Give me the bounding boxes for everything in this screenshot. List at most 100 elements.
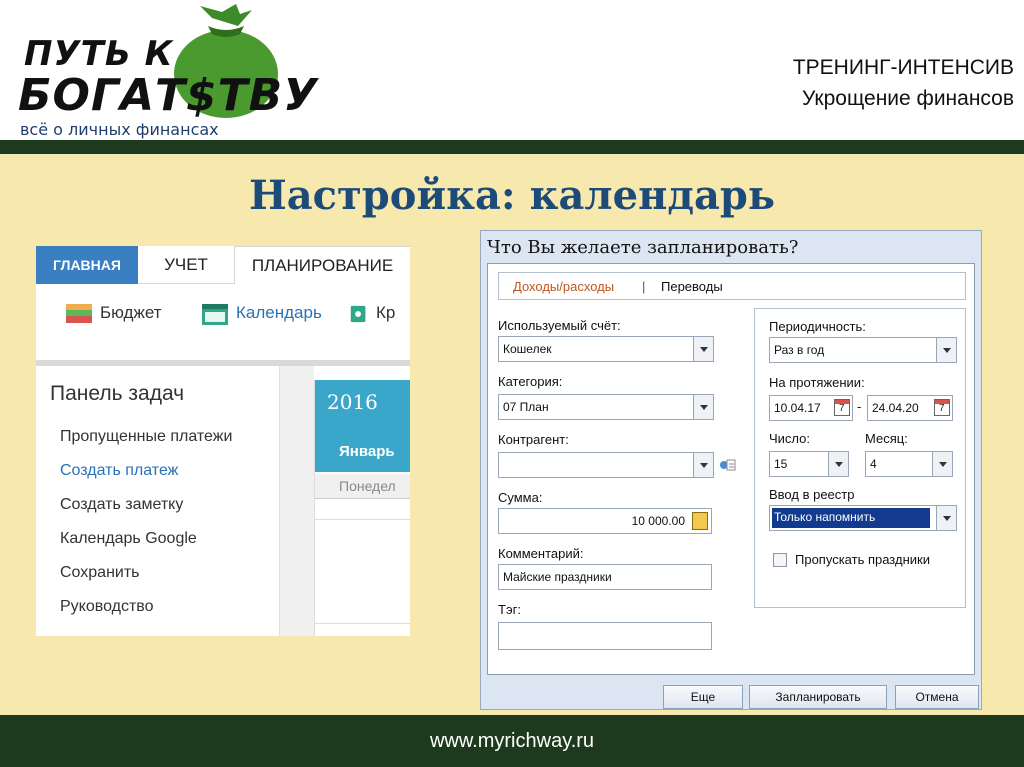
more-button[interactable]: Еще (663, 685, 743, 709)
task-create-payment[interactable]: Создать платеж (60, 462, 178, 480)
day-select[interactable]: 15 (769, 451, 849, 477)
slide-footer: www.myrichway.ru (0, 715, 1024, 767)
app-screenshot: ГЛАВНАЯ УЧЕТ ПЛАНИРОВАНИЕ Бюджет Календа… (36, 246, 410, 636)
account-value: Кошелек (503, 342, 552, 356)
task-save[interactable]: Сохранить (60, 564, 140, 582)
tab-transfers[interactable]: Переводы (661, 279, 723, 294)
duration-label: На протяжении: (769, 375, 865, 390)
tab-separator: | (642, 279, 646, 294)
training-title-line-1: ТРЕНИНГ-ИНТЕНСИВ (792, 56, 1014, 79)
month-select[interactable]: 4 (865, 451, 953, 477)
schedule-button[interactable]: Запланировать (749, 685, 887, 709)
schedule-dialog: Что Вы желаете запланировать? Доходы/рас… (480, 230, 982, 710)
logo: ПУТЬ К БОГАТ$ТВУ всё о личных финансах (14, 4, 334, 139)
ribbon-tabs: ГЛАВНАЯ УЧЕТ ПЛАНИРОВАНИЕ (36, 246, 410, 285)
tab-income-expense[interactable]: Доходы/расходы (513, 279, 614, 294)
budget-label: Бюджет (100, 303, 162, 322)
tab-accounting[interactable]: УЧЕТ (138, 246, 234, 284)
periodicity-value: Раз в год (774, 343, 825, 357)
training-title: ТРЕНИНГ-ИНТЕНСИВ Укрощение финансов (793, 52, 1014, 114)
dialog-title: Что Вы желаете запланировать? (487, 237, 799, 258)
cancel-button[interactable]: Отмена (895, 685, 979, 709)
periodicity-group: Периодичность: Раз в год На протяжении: … (754, 308, 966, 608)
dialog-body: Доходы/расходы | Переводы Используемый с… (487, 263, 975, 675)
date-from-field[interactable]: 10.04.17 (769, 395, 853, 421)
calendar-label: Календарь (236, 303, 322, 322)
chevron-down-icon[interactable] (828, 452, 848, 476)
month-value: 4 (870, 457, 877, 471)
skip-holidays-label: Пропускать праздники (795, 552, 930, 567)
calendar-year: 2016 (315, 380, 410, 432)
calendar-month: Январь (315, 432, 410, 472)
date-from-value: 10.04.17 (774, 401, 821, 415)
counterparty-select[interactable] (498, 452, 714, 478)
calendar-button[interactable]: Календарь (200, 300, 322, 326)
amount-value: 10 000.00 (631, 514, 685, 528)
chevron-down-icon[interactable] (693, 337, 713, 361)
category-value: 07 План (503, 400, 549, 414)
task-panel-title: Панель задач (50, 382, 185, 405)
header-stripe (0, 140, 1024, 154)
credit-label: Кр (376, 303, 396, 322)
periodicity-select[interactable]: Раз в год (769, 337, 957, 363)
comment-field[interactable]: Майские праздники (498, 564, 712, 590)
training-title-line-2: Укрощение финансов (802, 87, 1014, 110)
task-missed-payments[interactable]: Пропущенные платежи (60, 428, 232, 446)
skip-holidays-checkbox[interactable] (773, 553, 787, 567)
logo-line-1: ПУТЬ К (24, 34, 174, 74)
date-to-value: 24.04.20 (872, 401, 919, 415)
footer-url[interactable]: www.myrichway.ru (0, 730, 1024, 753)
logo-line-2: БОГАТ$ТВУ (18, 70, 319, 121)
calendar-view: 2016 Январь Понедел (314, 380, 410, 636)
logo-tagline: всё о личных финансах (20, 120, 219, 139)
ribbon-toolbar: Бюджет Календарь Кр (36, 284, 410, 340)
calendar-picker-icon[interactable] (934, 399, 950, 416)
chevron-down-icon[interactable] (693, 453, 713, 477)
registry-label: Ввод в реестр (769, 487, 855, 502)
category-select[interactable]: 07 План (498, 394, 714, 420)
slide-title: Настройка: календарь (248, 172, 776, 219)
calendar-picker-icon[interactable] (834, 399, 850, 416)
date-dash: - (857, 399, 862, 414)
dialog-tabs: Доходы/расходы | Переводы (498, 272, 966, 300)
add-contact-icon[interactable] (718, 456, 736, 474)
calendar-grid[interactable] (315, 498, 410, 636)
calculator-icon[interactable] (692, 512, 708, 530)
task-guide[interactable]: Руководство (60, 598, 154, 616)
slide-header: ПУТЬ К БОГАТ$ТВУ всё о личных финансах Т… (0, 0, 1024, 140)
chevron-down-icon[interactable] (936, 338, 956, 362)
month-label: Месяц: (865, 431, 908, 446)
registry-select[interactable]: Только напомнить (769, 505, 957, 531)
chevron-down-icon[interactable] (936, 506, 956, 530)
chevron-down-icon[interactable] (693, 395, 713, 419)
account-label: Используемый счёт: (498, 318, 621, 333)
calendar-icon (202, 303, 228, 325)
comment-label: Комментарий: (498, 546, 584, 561)
account-select[interactable]: Кошелек (498, 336, 714, 362)
safe-icon (350, 305, 366, 322)
tab-home[interactable]: ГЛАВНАЯ (36, 246, 138, 284)
tag-label: Тэг: (498, 602, 521, 617)
registry-value: Только напомнить (774, 510, 876, 524)
slide-body: Настройка: календарь ГЛАВНАЯ УЧЕТ ПЛАНИР… (0, 154, 1024, 715)
task-create-note[interactable]: Создать заметку (60, 496, 183, 514)
amount-label: Сумма: (498, 490, 543, 505)
chevron-down-icon[interactable] (932, 452, 952, 476)
credit-button[interactable]: Кр (350, 300, 395, 326)
category-label: Категория: (498, 374, 563, 389)
periodicity-label: Периодичность: (769, 319, 866, 334)
amount-field[interactable]: 10 000.00 (498, 508, 712, 534)
tag-field[interactable] (498, 622, 712, 650)
panel-separator (280, 366, 314, 636)
money-stack-icon (66, 303, 92, 323)
counterparty-label: Контрагент: (498, 432, 569, 447)
day-value: 15 (774, 457, 788, 471)
tab-planning[interactable]: ПЛАНИРОВАНИЕ (234, 246, 410, 285)
calendar-weekday: Понедел (315, 474, 410, 498)
day-label: Число: (769, 431, 810, 446)
budget-button[interactable]: Бюджет (64, 300, 162, 326)
date-to-field[interactable]: 24.04.20 (867, 395, 953, 421)
task-google-calendar[interactable]: Календарь Google (60, 530, 197, 548)
comment-value: Майские праздники (503, 570, 612, 584)
task-panel: Панель задач Пропущенные платежи Создать… (36, 366, 280, 636)
